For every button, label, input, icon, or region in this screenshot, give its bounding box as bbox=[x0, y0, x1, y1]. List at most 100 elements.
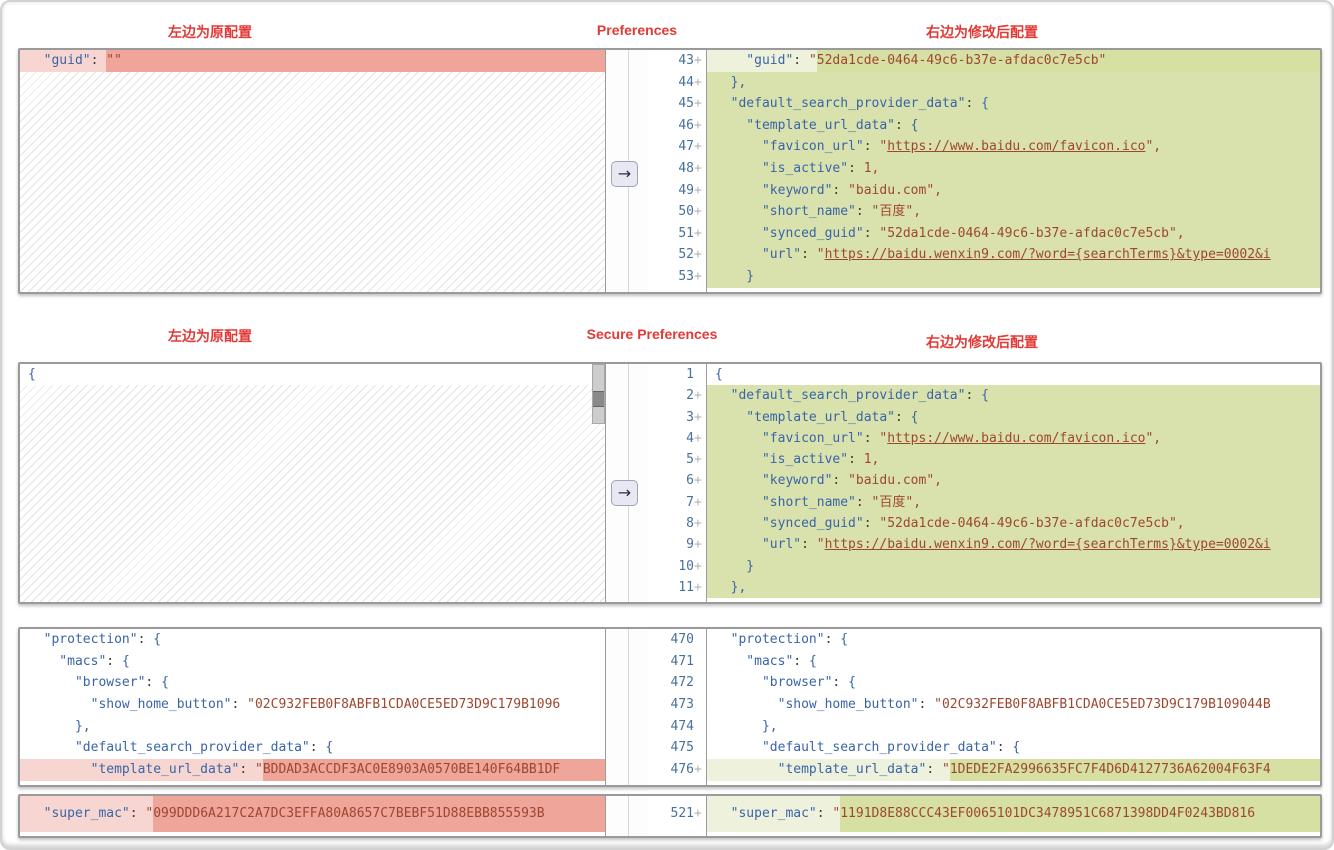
code-segment: " bbox=[817, 534, 825, 555]
code-row[interactable]: "url": "https://baidu.wenxin9.com/?word=… bbox=[707, 244, 1320, 266]
line-number: 46+ bbox=[648, 115, 706, 137]
code-segment: }, bbox=[28, 716, 91, 738]
code-segment: : bbox=[856, 492, 872, 513]
missing-lines-hatch bbox=[20, 385, 605, 602]
code-segment: } bbox=[715, 556, 754, 577]
merge-arrow-button[interactable]: → bbox=[611, 161, 638, 187]
code-segment: "" bbox=[106, 50, 605, 72]
code-row[interactable]: "synced_guid": "52da1cde-0464-49c6-b37e-… bbox=[707, 513, 1320, 534]
code-segment: "browser" bbox=[715, 672, 832, 694]
code-segment: "show_home_button" bbox=[715, 694, 919, 716]
code-row[interactable]: "is_active": 1, bbox=[707, 449, 1320, 470]
code-segment: "short_name" bbox=[715, 201, 856, 223]
code-segment: "is_active" bbox=[715, 449, 848, 470]
code-row[interactable]: } bbox=[707, 266, 1320, 288]
merge-arrow-button[interactable]: → bbox=[611, 480, 638, 506]
code-segment: : bbox=[801, 244, 817, 266]
code-segment: : bbox=[895, 407, 911, 428]
code-row[interactable]: "short_name": "百度", bbox=[707, 492, 1320, 513]
line-number: 44+ bbox=[648, 72, 706, 94]
code-segment: : bbox=[864, 428, 880, 449]
code-row[interactable]: "template_url_data": "1DEDE2FA2996635FC7… bbox=[707, 759, 1320, 781]
left-rows: "protection": { "macs": { "browser": { "… bbox=[20, 629, 605, 781]
line-number: 10+ bbox=[648, 556, 706, 577]
code-segment: https://baidu.wenxin9.com/?word={searchT… bbox=[825, 534, 1320, 555]
code-segment: "protection" bbox=[715, 629, 825, 651]
line-number: 49+ bbox=[648, 180, 706, 202]
scrollbar[interactable] bbox=[592, 364, 605, 424]
code-row[interactable]: "keyword": "baidu.com", bbox=[707, 180, 1320, 202]
right-pane[interactable]: "super_mac": "1191D8E88CCC43EF0065101DC3… bbox=[707, 796, 1320, 836]
code-row[interactable]: "super_mac": "1191D8E88CCC43EF0065101DC3… bbox=[707, 796, 1320, 832]
code-segment: }, bbox=[715, 72, 746, 94]
code-segment: "guid" bbox=[715, 50, 793, 72]
code-row[interactable]: "protection": { bbox=[707, 629, 1320, 651]
code-segment: "protection" bbox=[28, 629, 138, 651]
code-row[interactable]: "macs": { bbox=[20, 651, 605, 673]
right-pane[interactable]: "protection": { "macs": { "browser": { "… bbox=[707, 629, 1320, 785]
code-row[interactable]: "template_url_data": { bbox=[707, 407, 1320, 428]
right-pane[interactable]: "guid": "52da1cde-0464-49c6-b37e-afdac0c… bbox=[707, 50, 1320, 292]
code-row[interactable]: "browser": { bbox=[20, 672, 605, 694]
code-row[interactable]: "keyword": "baidu.com", bbox=[707, 470, 1320, 491]
code-segment: }, bbox=[715, 716, 778, 738]
code-segment: "favicon_url" bbox=[715, 136, 864, 158]
code-row[interactable]: "template_url_data": { bbox=[707, 115, 1320, 137]
code-segment: : bbox=[965, 385, 981, 406]
line-number: 53+ bbox=[648, 266, 706, 288]
line-number: 521+ bbox=[648, 796, 706, 832]
code-row[interactable]: "show_home_button": "02C932FEB0F8ABFB1CD… bbox=[707, 694, 1320, 716]
line-number: 51+ bbox=[648, 223, 706, 245]
code-row[interactable]: { bbox=[20, 364, 605, 385]
code-segment: { bbox=[981, 385, 989, 406]
code-row[interactable]: "super_mac": "099DDD6A217C2A7DC3EFFA80A8… bbox=[20, 796, 605, 832]
code-segment: : bbox=[848, 158, 864, 180]
code-row[interactable]: "default_search_provider_data": { bbox=[707, 737, 1320, 759]
scrollbar-thumb[interactable] bbox=[593, 391, 604, 407]
code-segment: ", bbox=[1145, 136, 1161, 158]
left-pane[interactable]: "super_mac": "099DDD6A217C2A7DC3EFFA80A8… bbox=[20, 796, 606, 836]
code-segment: { bbox=[840, 629, 848, 651]
code-row[interactable]: }, bbox=[707, 577, 1320, 598]
right-pane[interactable]: { "default_search_provider_data": { "tem… bbox=[707, 364, 1320, 602]
code-row[interactable]: }, bbox=[20, 716, 605, 738]
code-segment: " bbox=[145, 796, 153, 832]
code-row[interactable]: "is_active": 1, bbox=[707, 158, 1320, 180]
code-segment: { bbox=[911, 407, 919, 428]
line-number: 471 bbox=[648, 651, 706, 673]
code-row[interactable]: "guid": "" bbox=[20, 50, 605, 72]
code-row[interactable]: "show_home_button": "02C932FEB0F8ABFB1CD… bbox=[20, 694, 605, 716]
left-pane[interactable]: "protection": { "macs": { "browser": { "… bbox=[20, 629, 606, 785]
line-number: 8+ bbox=[648, 513, 706, 534]
code-row[interactable]: "synced_guid": "52da1cde-0464-49c6-b37e-… bbox=[707, 223, 1320, 245]
code-segment: ", bbox=[1145, 428, 1161, 449]
code-row[interactable]: "url": "https://baidu.wenxin9.com/?word=… bbox=[707, 534, 1320, 555]
code-row[interactable]: "protection": { bbox=[20, 629, 605, 651]
code-row[interactable]: } bbox=[707, 556, 1320, 577]
code-row[interactable]: "guid": "52da1cde-0464-49c6-b37e-afdac0c… bbox=[707, 50, 1320, 72]
code-row[interactable]: }, bbox=[707, 716, 1320, 738]
code-segment: "synced_guid" bbox=[715, 223, 864, 245]
code-row[interactable]: "macs": { bbox=[707, 651, 1320, 673]
line-number: 3+ bbox=[648, 407, 706, 428]
left-pane[interactable]: { bbox=[20, 364, 606, 602]
line-number: 1 bbox=[648, 364, 706, 385]
code-segment: " bbox=[255, 759, 263, 781]
code-row[interactable]: "default_search_provider_data": { bbox=[20, 737, 605, 759]
left-pane[interactable]: "guid": "" bbox=[20, 50, 606, 292]
code-row[interactable]: "template_url_data": "BDDAD3ACCDF3AC0E89… bbox=[20, 759, 605, 781]
code-row[interactable]: "short_name": "百度", bbox=[707, 201, 1320, 223]
right-modified-config-label: 右边为修改后配置 bbox=[926, 332, 1038, 352]
code-row[interactable]: "default_search_provider_data": { bbox=[707, 385, 1320, 406]
code-segment: { bbox=[161, 672, 169, 694]
right-modified-config-label: 右边为修改后配置 bbox=[926, 22, 1038, 42]
line-number: 11+ bbox=[648, 577, 706, 598]
code-row[interactable]: "favicon_url": "https://www.baidu.com/fa… bbox=[707, 136, 1320, 158]
code-segment: : bbox=[926, 759, 942, 781]
code-row[interactable]: "browser": { bbox=[707, 672, 1320, 694]
code-row[interactable]: "default_search_provider_data": { bbox=[707, 93, 1320, 115]
code-segment: : bbox=[848, 449, 864, 470]
code-row[interactable]: { bbox=[707, 364, 1320, 385]
code-row[interactable]: "favicon_url": "https://www.baidu.com/fa… bbox=[707, 428, 1320, 449]
code-row[interactable]: }, bbox=[707, 72, 1320, 94]
